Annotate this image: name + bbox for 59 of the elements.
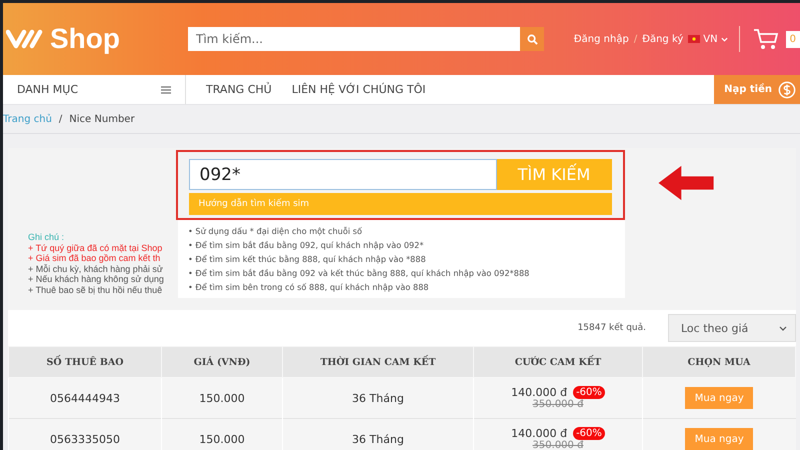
- column-header: THỜI GIAN CAM KẾT: [282, 346, 474, 378]
- chevron-down-icon: [720, 36, 728, 42]
- guide-item: • Để tìm sim bắt đầu bằng 092 và kết thúc bằng 888, quí khách nhập vào 092*888: [188, 267, 530, 280]
- column-header: SỐ THUÊ BAO: [8, 346, 162, 378]
- note-text: + Nếu khách hàng không sử dụng: [28, 274, 164, 284]
- breadcrumb-link[interactable]: Trang chủ: [3, 114, 52, 124]
- cart-icon[interactable]: [752, 28, 779, 50]
- table-cell: 0564444943: [8, 378, 162, 418]
- cart-count-badge: 0: [786, 30, 800, 48]
- table-cell: 36 Tháng: [282, 378, 474, 418]
- column-header: CHỌN MUA: [642, 346, 796, 378]
- price-filter-dropdown[interactable]: Loc theo giá: [668, 314, 796, 342]
- guide-header: Hướng dẫn tìm kiếm sim: [188, 193, 612, 215]
- column-header: GIÁ (VNĐ): [162, 346, 282, 378]
- breadcrumb-separator: /: [58, 114, 62, 124]
- result-count: 15847 kết quả.: [578, 323, 646, 333]
- buy-button[interactable]: Mua ngay: [685, 428, 754, 450]
- table-cell: 36 Tháng: [282, 418, 474, 450]
- fee-price: 140.000 đ: [511, 427, 568, 440]
- discount-badge: -60%: [573, 386, 605, 399]
- guide-item: • Để tìm sim bắt đầu bằng 092, quí khách nhập vào 092*: [188, 239, 425, 252]
- note-text: + Tứ quý giữa đã có mặt tại Shop: [28, 242, 162, 253]
- table-cell: 150.000: [162, 378, 282, 418]
- flag-icon: [688, 35, 700, 43]
- menu-icon: [161, 86, 171, 94]
- notes-title: Ghi chú :: [28, 232, 64, 242]
- arrow-icon: [658, 164, 716, 202]
- search-icon: [526, 34, 538, 44]
- table-cell: 0563335050: [8, 418, 162, 450]
- old-price: 350.000 đ: [532, 399, 584, 410]
- language-selector[interactable]: VN: [688, 34, 728, 44]
- note-text: + Thuê bao sẽ bị thu hồi nếu thuê: [28, 284, 162, 295]
- sim-search-field[interactable]: 092*: [188, 159, 496, 190]
- breadcrumb-current: Nice Number: [69, 114, 135, 124]
- logo-text: Shop: [50, 23, 120, 55]
- fee-price: 140.000 đ: [511, 386, 568, 399]
- search-button[interactable]: TÌM KIẾM: [496, 159, 612, 190]
- search-button[interactable]: [520, 27, 544, 51]
- buy-button[interactable]: Mua ngay: [685, 387, 754, 409]
- guide-item: • Để tìm sim kết thúc bằng 888, quí khách nhập vào *888: [188, 253, 427, 266]
- column-header: CƯỚC CAM KẾT: [474, 346, 642, 378]
- table-cell: 150.000: [162, 418, 282, 450]
- discount-badge: -60%: [573, 427, 605, 440]
- note-text: + Mỗi chu kỳ, khách hàng phải sử: [28, 264, 163, 274]
- separator-text: /: [634, 34, 638, 44]
- category-menu[interactable]: DANH MỤC: [3, 75, 186, 104]
- guide-item: • Sử dụng dấu * đại diện cho một chuỗi số: [188, 225, 364, 238]
- note-text: + Giá sim đã bao gồm cam kết th: [28, 253, 160, 264]
- chevron-down-icon: [779, 326, 787, 330]
- topup-button[interactable]: Nạp tiền: [714, 75, 800, 104]
- nav-link[interactable]: LIÊN HỆ VỚI CHÚNG TÔI: [292, 83, 426, 96]
- nav-link[interactable]: TRANG CHỦ: [206, 83, 272, 96]
- category-label: DANH MỤC: [17, 83, 78, 96]
- search-field[interactable]: Tìm kiếm...: [188, 27, 520, 51]
- register-link[interactable]: Đăng ký: [642, 34, 684, 44]
- login-link[interactable]: Đăng nhập: [574, 34, 629, 44]
- dollar-icon: [778, 80, 796, 98]
- old-price: 350.000 đ: [532, 440, 584, 450]
- guide-item: • Để tìm sim bên trong có số 888, quí khách nhập vào 888: [188, 281, 430, 294]
